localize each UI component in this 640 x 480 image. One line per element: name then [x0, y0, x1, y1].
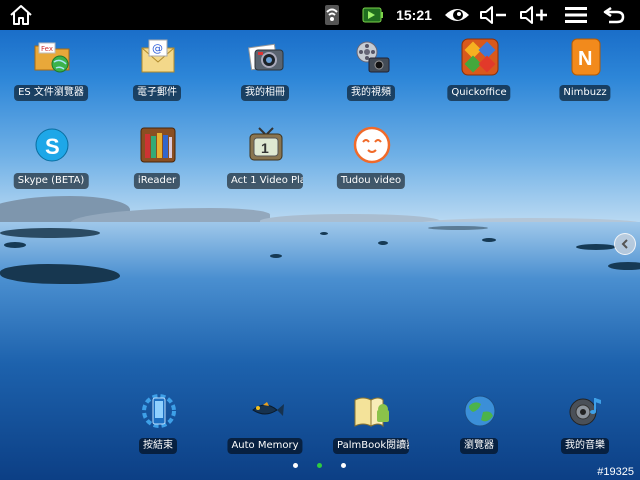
app-label: iReader: [133, 173, 181, 189]
app-nimbuzz[interactable]: N Nimbuzz: [540, 38, 630, 102]
app-email[interactable]: @ 電子郵件: [112, 38, 202, 102]
wallpaper-rock: [576, 244, 616, 250]
app-tudou-video[interactable]: Tudou video: [326, 126, 416, 190]
bookshelf-icon: [139, 126, 177, 164]
dock-app-auto-memory[interactable]: Auto Memory: [220, 392, 310, 456]
home-icon: [10, 5, 32, 25]
wallpaper-sky: [0, 0, 640, 222]
wifi-icon: [320, 0, 344, 30]
wallpaper-rock: [4, 242, 26, 248]
fish-icon: [247, 392, 285, 430]
volume-up-icon: [520, 6, 547, 24]
camera-icon: [247, 38, 285, 76]
skype-icon: S: [33, 126, 71, 164]
volume-down-button[interactable]: [478, 0, 510, 30]
app-quickoffice[interactable]: Quickoffice: [434, 38, 524, 102]
svg-text:N: N: [578, 48, 592, 70]
back-button[interactable]: [600, 0, 628, 30]
folder-globe-icon: Fex: [33, 38, 71, 76]
app-ireader[interactable]: iReader: [112, 126, 202, 190]
status-clock: 15:21: [396, 7, 432, 23]
wallpaper-rock: [270, 254, 282, 258]
page-indicator-dot-active[interactable]: [317, 463, 322, 468]
app-label: 按結束: [139, 438, 177, 454]
app-my-video[interactable]: 我的視頻: [326, 38, 416, 102]
app-label: 瀏覽器: [460, 438, 498, 454]
app-my-album[interactable]: 我的相冊: [220, 38, 310, 102]
app-label: Tudou video: [336, 173, 406, 189]
app-skype[interactable]: S Skype (BETA): [6, 126, 96, 190]
wallpaper-rock: [428, 226, 488, 230]
android-book-icon: [353, 392, 391, 430]
svg-text:1: 1: [261, 140, 269, 156]
quickoffice-icon: [461, 38, 499, 76]
tv-icon: 1: [247, 126, 285, 164]
dock-app-end-button[interactable]: 按結束: [113, 392, 203, 456]
email-icon: @: [139, 38, 177, 76]
app-label: ES 文件瀏覽器: [14, 85, 88, 101]
page-indicator-dot[interactable]: [293, 463, 298, 468]
globe-icon: [461, 392, 499, 430]
chevron-left-icon: [621, 239, 628, 249]
svg-text:@: @: [152, 42, 163, 55]
app-label: Act 1 Video Player: [227, 173, 303, 189]
app-label: Nimbuzz: [559, 85, 611, 101]
menu-button[interactable]: [562, 0, 590, 30]
app-label: 我的相冊: [241, 85, 289, 101]
wallpaper-rock: [482, 238, 496, 242]
svg-text:Fex: Fex: [41, 45, 53, 53]
app-label: 我的視頻: [347, 85, 395, 101]
app-es-file-explorer[interactable]: Fex ES 文件瀏覽器: [6, 38, 96, 102]
eye-button[interactable]: [442, 0, 472, 30]
wallpaper-rock: [378, 241, 388, 245]
watermark: #19325: [597, 466, 634, 478]
app-label: Skype (BETA): [13, 173, 89, 189]
home-button[interactable]: [6, 0, 36, 30]
svg-text:S: S: [45, 134, 60, 159]
wallpaper-rock: [608, 262, 640, 270]
menu-icon: [565, 7, 587, 23]
page-indicator-dot[interactable]: [341, 463, 346, 468]
app-label: Auto Memory: [227, 438, 303, 454]
app-label: 電子郵件: [133, 85, 181, 101]
app-label: Quickoffice: [447, 85, 511, 101]
tudou-icon: [353, 126, 391, 164]
drawer-handle[interactable]: [614, 233, 636, 255]
dock-app-my-music[interactable]: 我的音樂: [540, 392, 630, 456]
wallpaper-rock: [320, 232, 328, 235]
speaker-music-icon: [567, 392, 605, 430]
volume-up-button[interactable]: [518, 0, 550, 30]
app-label: PalmBook閱讀器: [333, 438, 409, 454]
app-label: 我的音樂: [561, 438, 609, 454]
wallpaper-rock: [0, 228, 100, 238]
nimbuzz-icon: N: [567, 38, 605, 76]
dock-app-browser[interactable]: 瀏覽器: [434, 392, 524, 456]
dock-app-palmbook-reader[interactable]: PalmBook閱讀器: [326, 392, 416, 456]
battery-icon: [360, 0, 386, 30]
app-act1-video-player[interactable]: 1 Act 1 Video Player: [220, 126, 310, 190]
back-icon: [603, 6, 625, 24]
volume-down-icon: [480, 6, 506, 24]
phone-gear-icon: [140, 392, 178, 430]
status-bar: 15:21: [0, 0, 640, 30]
eye-icon: [445, 9, 469, 21]
film-reel-icon: [353, 38, 391, 76]
